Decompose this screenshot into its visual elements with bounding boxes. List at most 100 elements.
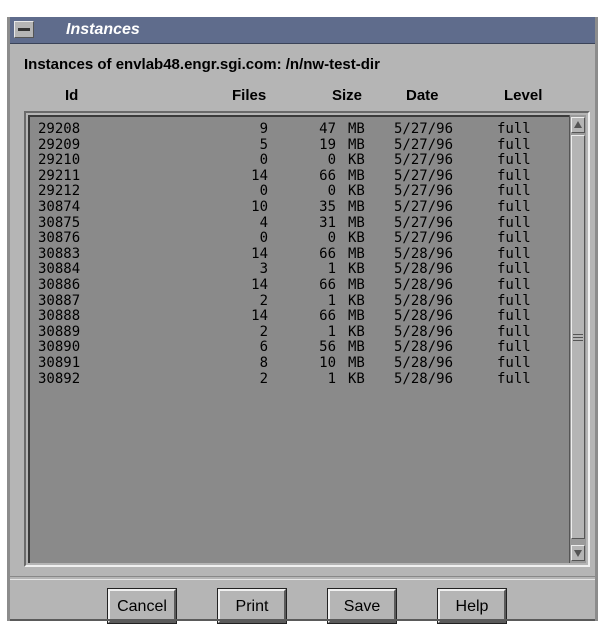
- vertical-scrollbar[interactable]: [569, 115, 586, 563]
- instance-id: 30876: [38, 230, 81, 247]
- instance-date: 5/28/96: [394, 339, 454, 356]
- instance-files: 2: [259, 323, 268, 340]
- instance-size: 66: [319, 167, 336, 184]
- instance-size-unit: MB: [348, 214, 365, 231]
- instance-size: 1: [327, 370, 336, 387]
- instance-date: 5/27/96: [394, 167, 454, 184]
- instance-level: full: [497, 167, 531, 184]
- column-header-date: Date: [406, 87, 439, 104]
- instances-header-label: Instances of envlab48.engr.sgi.com: /n/n…: [24, 56, 380, 73]
- instance-size-unit: MB: [348, 245, 365, 262]
- instance-files: 2: [259, 292, 268, 309]
- instance-size: 10: [319, 355, 336, 371]
- list-item[interactable]: 30883 14 66 MB 5/28/96 full: [30, 246, 569, 262]
- instances-list-frame: 29208 9 47 MB 5/27/96 full 29209 5 19 MB 5/27/96 fu…: [24, 111, 590, 567]
- instance-date: 5/28/96: [394, 370, 454, 387]
- button-separator: [10, 576, 595, 580]
- instance-size-unit: MB: [348, 355, 365, 371]
- instance-level: full: [497, 277, 531, 293]
- list-item[interactable]: 30884 3 1 KB 5/28/96 full: [30, 261, 569, 277]
- instance-files: 2: [259, 370, 268, 387]
- save-button[interactable]: Save: [327, 588, 397, 624]
- instance-date: 5/28/96: [394, 261, 454, 278]
- instance-date: 5/27/96: [394, 183, 454, 200]
- list-item[interactable]: 30875 4 31 MB 5/27/96 full: [30, 215, 569, 231]
- list-item[interactable]: 30891 8 10 MB 5/28/96 full: [30, 355, 569, 371]
- list-item[interactable]: 30887 2 1 KB 5/28/96 full: [30, 293, 569, 309]
- instance-id: 30884: [38, 261, 81, 278]
- instance-id: 29208: [38, 121, 81, 137]
- list-item[interactable]: 30886 14 66 MB 5/28/96 full: [30, 277, 569, 293]
- instance-date: 5/28/96: [394, 355, 454, 371]
- instance-files: 3: [259, 261, 268, 278]
- list-item[interactable]: 29210 0 0 KB 5/27/96 full: [30, 152, 569, 168]
- list-item[interactable]: 29212 0 0 KB 5/27/96 full: [30, 183, 569, 199]
- instance-size: 66: [319, 308, 336, 325]
- column-header-level: Level: [504, 87, 543, 104]
- instance-id: 29210: [38, 152, 81, 169]
- instance-date: 5/27/96: [394, 136, 454, 153]
- scroll-down-arrow-icon[interactable]: [571, 545, 585, 561]
- list-item[interactable]: 30874 10 35 MB 5/27/96 full: [30, 199, 569, 215]
- instance-size: 1: [327, 323, 336, 340]
- list-item[interactable]: 30876 0 0 KB 5/27/96 full: [30, 230, 569, 246]
- instance-files: 14: [251, 277, 268, 293]
- print-button[interactable]: Print: [217, 588, 287, 624]
- instance-size-unit: MB: [348, 121, 365, 137]
- instance-size-unit: MB: [348, 339, 365, 356]
- instance-id: 30888: [38, 308, 81, 325]
- instance-level: full: [497, 152, 531, 169]
- instance-size: 56: [319, 339, 336, 356]
- list-item[interactable]: 30892 2 1 KB 5/28/96 full: [30, 371, 569, 387]
- list-item[interactable]: 29209 5 19 MB 5/27/96 full: [30, 137, 569, 153]
- instance-size: 66: [319, 277, 336, 293]
- window-bottom-border: [10, 619, 595, 621]
- instance-date: 5/28/96: [394, 277, 454, 293]
- list-item[interactable]: 29208 9 47 MB 5/27/96 full: [30, 121, 569, 137]
- instance-size: 0: [327, 152, 336, 169]
- instance-date: 5/27/96: [394, 152, 454, 169]
- instance-date: 5/27/96: [394, 121, 454, 137]
- instance-level: full: [497, 355, 531, 371]
- instance-date: 5/28/96: [394, 245, 454, 262]
- instance-size-unit: MB: [348, 199, 365, 215]
- instance-id: 30875: [38, 214, 81, 231]
- instance-id: 30892: [38, 370, 81, 387]
- title-bar[interactable]: Instances: [10, 17, 595, 44]
- instance-files: 5: [259, 136, 268, 153]
- instance-files: 6: [259, 339, 268, 356]
- window-menu-icon[interactable]: [14, 21, 34, 38]
- instance-date: 5/27/96: [394, 230, 454, 247]
- window-title: Instances: [66, 21, 140, 38]
- cancel-button[interactable]: Cancel: [107, 588, 177, 624]
- list-item[interactable]: 30890 6 56 MB 5/28/96 full: [30, 339, 569, 355]
- list-item[interactable]: 30888 14 66 MB 5/28/96 full: [30, 308, 569, 324]
- list-item[interactable]: 30889 2 1 KB 5/28/96 full: [30, 324, 569, 340]
- instance-size-unit: KB: [348, 370, 365, 387]
- help-button[interactable]: Help: [437, 588, 507, 624]
- instance-size-unit: MB: [348, 277, 365, 293]
- instance-files: 10: [251, 199, 268, 215]
- instances-list[interactable]: 29208 9 47 MB 5/27/96 full 29209 5 19 MB 5/27/96 fu…: [28, 115, 569, 563]
- instance-files: 0: [259, 183, 268, 200]
- column-header-files: Files: [232, 87, 267, 104]
- instance-date: 5/27/96: [394, 214, 454, 231]
- instance-size: 31: [319, 214, 336, 231]
- column-header-id: Id: [65, 87, 79, 104]
- instance-date: 5/27/96: [394, 199, 454, 215]
- instance-level: full: [497, 308, 531, 325]
- instance-size-unit: KB: [348, 183, 365, 200]
- instance-size-unit: KB: [348, 261, 365, 278]
- instance-level: full: [497, 230, 531, 247]
- instance-level: full: [497, 183, 531, 200]
- scroll-up-arrow-icon[interactable]: [571, 117, 585, 133]
- instance-level: full: [497, 292, 531, 309]
- scrollbar-thumb[interactable]: [571, 135, 585, 539]
- instance-files: 4: [259, 214, 268, 231]
- instance-size-unit: KB: [348, 292, 365, 309]
- list-item[interactable]: 29211 14 66 MB 5/27/96 full: [30, 168, 569, 184]
- instance-date: 5/28/96: [394, 308, 454, 325]
- instance-level: full: [497, 136, 531, 153]
- instance-size: 1: [327, 292, 336, 309]
- instance-files: 0: [259, 230, 268, 247]
